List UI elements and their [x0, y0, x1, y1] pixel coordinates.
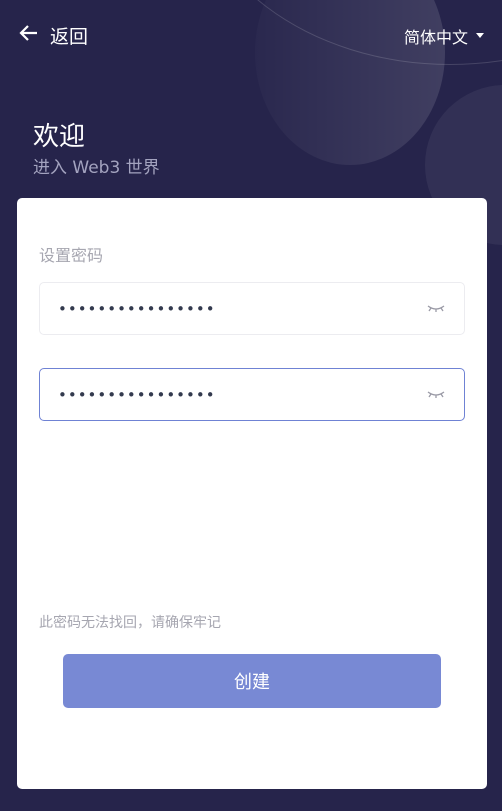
password-input[interactable]: ••••••••••••••••	[39, 282, 465, 335]
password-label: 设置密码	[39, 246, 104, 265]
caret-down-icon	[476, 33, 484, 38]
password-value: ••••••••••••••••	[58, 299, 216, 318]
header: 返回 简体中文	[18, 22, 484, 49]
form-card: 设置密码 •••••••••••••••• •••••••••••••••• 此…	[17, 198, 487, 789]
back-button[interactable]: 返回	[18, 22, 88, 49]
page-title: 欢迎	[33, 122, 86, 152]
page-subtitle: 进入 Web3 世界	[33, 158, 160, 178]
language-selector[interactable]: 简体中文	[404, 24, 484, 48]
eye-closed-icon[interactable]	[426, 299, 446, 318]
create-button[interactable]: 创建	[63, 654, 441, 708]
eye-closed-icon[interactable]	[426, 385, 446, 404]
language-label: 简体中文	[403, 27, 468, 47]
confirm-password-value: ••••••••••••••••	[58, 385, 216, 404]
confirm-password-input[interactable]: ••••••••••••••••	[39, 368, 465, 421]
password-hint: 此密码无法找回，请确保牢记	[39, 615, 221, 631]
back-label: 返回	[50, 26, 89, 48]
arrow-left-icon	[18, 24, 38, 47]
